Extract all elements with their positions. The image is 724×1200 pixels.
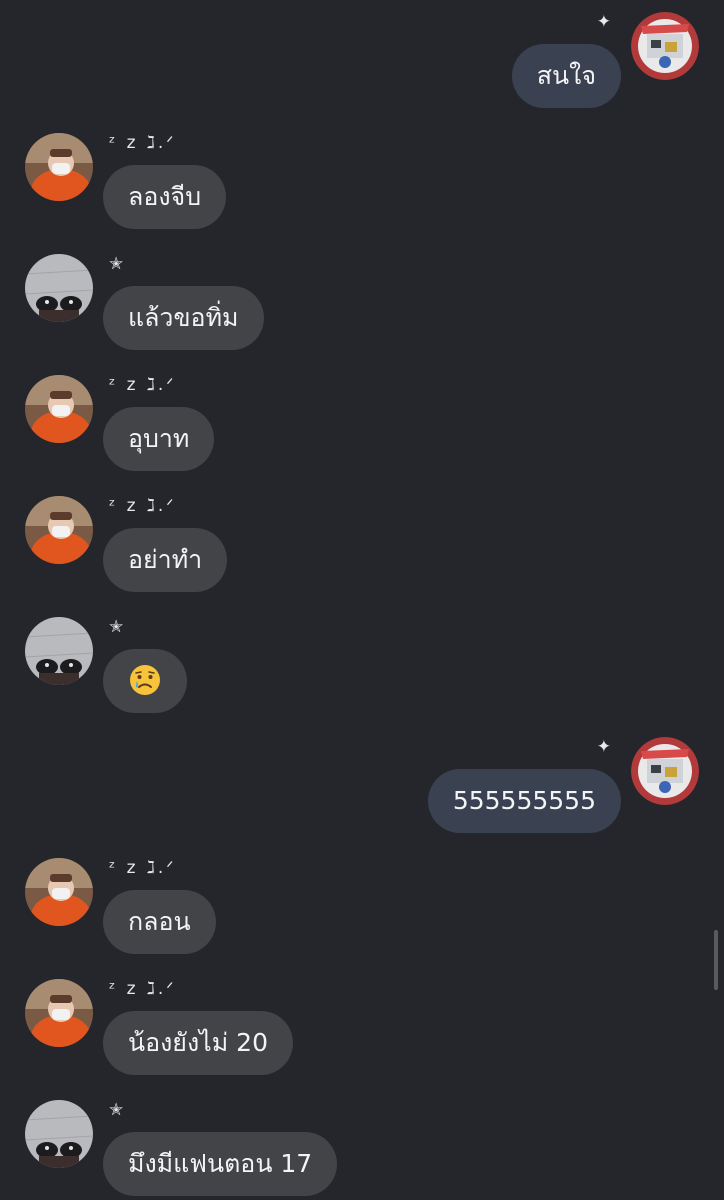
message-bubble-incoming[interactable]: ลองจีบ xyxy=(103,165,227,229)
message-text: มึงมีแฟนตอน 17 xyxy=(128,1149,313,1178)
message-bubble-incoming[interactable]: อย่าทำ xyxy=(103,528,228,592)
message-bubble-incoming[interactable] xyxy=(103,649,187,713)
sender-name: ✦ xyxy=(596,737,614,757)
scrollbar-thumb[interactable] xyxy=(714,930,718,990)
sender-avatar-shoes[interactable] xyxy=(25,254,93,322)
sender-name: ᶻ z ℷ.ᐟ xyxy=(109,496,177,516)
sender-name: ᶻ z ℷ.ᐟ xyxy=(109,979,177,999)
message-bubble-outgoing[interactable]: สนใจ xyxy=(511,44,621,108)
sender-name: ᶻ z ℷ.ᐟ xyxy=(109,375,177,395)
crying-face-emoji xyxy=(128,663,162,697)
message-bubble-incoming[interactable]: อุบาท xyxy=(103,407,215,471)
sender-name: ᶻ z ℷ.ᐟ xyxy=(109,858,177,878)
message-bubble-outgoing[interactable]: 555555555 xyxy=(427,769,621,833)
message-text: กลอน xyxy=(128,907,191,936)
message-bubble-incoming[interactable]: มึงมีแฟนตอน 17 xyxy=(103,1132,338,1196)
message-bubble-incoming[interactable]: น้องยังไม่ 20 xyxy=(103,1011,293,1075)
sender-avatar-masked-person[interactable] xyxy=(25,858,93,926)
sender-avatar-sticker[interactable] xyxy=(631,12,699,80)
sender-avatar-masked-person[interactable] xyxy=(25,496,93,564)
message-text: น้องยังไม่ 20 xyxy=(128,1028,268,1057)
sender-avatar-sticker[interactable] xyxy=(631,737,699,805)
message-bubble-incoming[interactable]: แล้วขอทิ่ม xyxy=(103,286,264,350)
message-bubble-incoming[interactable]: กลอน xyxy=(103,890,216,954)
sender-avatar-masked-person[interactable] xyxy=(25,979,93,1047)
message-text: สนใจ xyxy=(536,61,596,90)
sender-avatar-masked-person[interactable] xyxy=(25,133,93,201)
sender-name: ✭ xyxy=(109,1100,127,1120)
sender-avatar-shoes[interactable] xyxy=(25,1100,93,1168)
message-text: อุบาท xyxy=(128,424,190,453)
sender-name: ✦ xyxy=(596,12,614,32)
sender-name: ✭ xyxy=(109,254,127,274)
sender-avatar-shoes[interactable] xyxy=(25,617,93,685)
message-text: แล้วขอทิ่ม xyxy=(128,303,239,332)
sender-name: ✭ xyxy=(109,617,127,637)
message-text: ลองจีบ xyxy=(128,182,202,211)
message-text: อย่าทำ xyxy=(128,545,203,574)
chat-thread: ✦ สนใจ ᶻ z ℷ.ᐟ ลองจีบ ✭ แล้วขอทิ่ม ᶻ z ℷ… xyxy=(0,0,724,1200)
message-text: 555555555 xyxy=(452,786,596,815)
sender-name: ᶻ z ℷ.ᐟ xyxy=(109,133,177,153)
sender-avatar-masked-person[interactable] xyxy=(25,375,93,443)
